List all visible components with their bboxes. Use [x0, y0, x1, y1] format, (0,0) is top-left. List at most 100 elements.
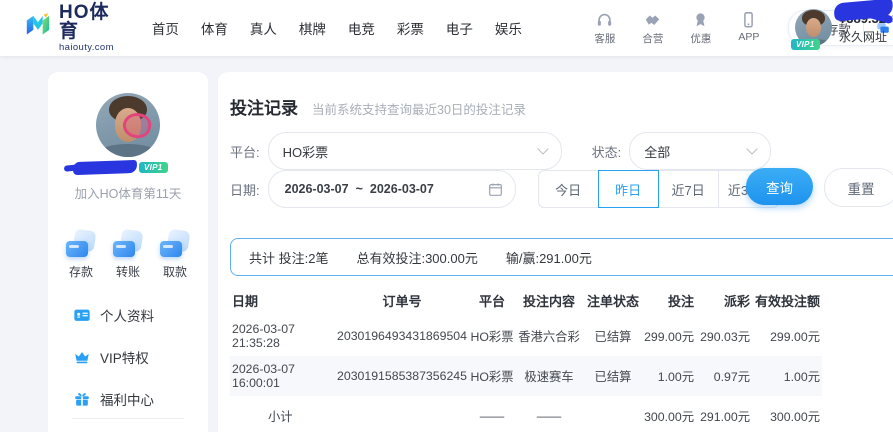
- divider: [72, 418, 184, 419]
- phone-icon: [739, 11, 758, 29]
- nav-item-cards[interactable]: 棋牌: [299, 18, 326, 38]
- col-status: 注单状态: [582, 284, 644, 316]
- status-value: 全部: [644, 142, 748, 161]
- preset-7days-button[interactable]: 近7日: [658, 170, 719, 208]
- subtotal-bet: 300.00元: [644, 396, 696, 432]
- sidebar-item-vip[interactable]: VIP特权: [48, 336, 208, 378]
- summary-total: 共计 投注:2笔: [249, 248, 328, 267]
- main-nav: 首页 体育 真人 棋牌 电竞 彩票 电子 娱乐: [152, 18, 522, 38]
- nav-item-sports[interactable]: 体育: [201, 18, 228, 38]
- status-select[interactable]: 全部: [629, 132, 771, 170]
- vip-badge: VIP1: [791, 39, 820, 50]
- sidebar-item-welfare[interactable]: 福利中心: [48, 378, 208, 420]
- deposit-3d-icon: [66, 230, 96, 257]
- date-separator: ~: [356, 182, 363, 196]
- table-header-row: 日期 订单号 平台 投注内容 注单状态 投注 派彩 有效投注额: [230, 284, 822, 316]
- app-link[interactable]: APP: [732, 11, 766, 46]
- sidebar-deposit-button[interactable]: 存款: [60, 230, 102, 280]
- cell-content: 极速赛车: [516, 356, 582, 396]
- header-quick-links: 客服 合营 优惠: [588, 11, 766, 46]
- screen: HO体育 haiouty.com 首页 体育 真人 棋牌 电竞 彩票 电子 娱乐: [0, 0, 893, 432]
- top-header: HO体育 haiouty.com 首页 体育 真人 棋牌 电竞 彩票 电子 娱乐: [0, 0, 893, 56]
- vip-badge: VIP1: [139, 162, 168, 173]
- date-label: 日期:: [230, 180, 260, 199]
- cell-bet: 1.00元: [644, 356, 696, 396]
- date-range-presets: 今日 昨日 近7日 近30日: [538, 170, 779, 208]
- service-label: 客服: [594, 31, 615, 46]
- join-days-note: 加入HO体育第11天: [48, 183, 208, 202]
- promo-link[interactable]: 优惠: [684, 11, 718, 46]
- query-button[interactable]: 查询: [746, 168, 813, 205]
- sidebar-quick-actions: 存款 转账 取款: [60, 230, 196, 280]
- gift-icon: [73, 390, 91, 408]
- summary-bar: 共计 投注:2笔 总有效投注:300.00元 输/赢:291.00元: [230, 238, 893, 276]
- table-row: 2026-03-07 21:35:28 2030196493431869504 …: [230, 316, 822, 356]
- nav-item-esports[interactable]: 电竞: [348, 18, 375, 38]
- col-payout: 派彩: [696, 284, 752, 316]
- cell-order: 2030191585387356245: [336, 356, 468, 396]
- logo-name: HO体育: [59, 3, 114, 41]
- date-from-value: 2026-03-07: [285, 182, 349, 196]
- calendar-icon: [488, 182, 503, 197]
- profile-avatar[interactable]: [96, 93, 160, 157]
- partner-link[interactable]: 合营: [636, 11, 670, 46]
- promo-label: 优惠: [690, 31, 711, 46]
- col-order: 订单号: [336, 284, 468, 316]
- partner-label: 合营: [642, 31, 663, 46]
- table-row: 2026-03-07 16:00:01 2030191585387356245 …: [230, 356, 822, 396]
- nav-item-home[interactable]: 首页: [152, 18, 179, 38]
- filter-row-date: 日期: 2026-03-07 ~ 2026-03-07 今日: [230, 170, 779, 208]
- preset-today-button[interactable]: 今日: [538, 170, 599, 208]
- avatar[interactable]: VIP1: [795, 9, 832, 46]
- nav-item-lottery[interactable]: 彩票: [397, 18, 424, 38]
- deposit-label: 存款: [69, 263, 93, 280]
- cell-payout: 290.03元: [696, 316, 752, 356]
- col-platform: 平台: [468, 284, 516, 316]
- cell-bet: 299.00元: [644, 316, 696, 356]
- status-label: 状态:: [592, 142, 622, 161]
- col-content: 投注内容: [516, 284, 582, 316]
- preset-yesterday-button[interactable]: 昨日: [598, 170, 659, 208]
- annotation-scribble: [73, 160, 137, 175]
- handshake-icon: [643, 11, 662, 29]
- subtotal-row: 小计 —— —— 300.00元 291.00元 300.00元: [230, 396, 822, 432]
- sidebar-menu: 个人资料 VIP特权: [48, 294, 208, 420]
- cell-date: 2026-03-07 21:35:28: [230, 316, 336, 356]
- transfer-3d-icon: [113, 230, 143, 257]
- sidebar-withdraw-button[interactable]: 取款: [154, 230, 196, 280]
- subtotal-label: 小计: [230, 396, 336, 432]
- date-range-input[interactable]: 2026-03-07 ~ 2026-03-07: [268, 170, 516, 208]
- logo-domain: haiouty.com: [59, 43, 114, 53]
- page-subtitle: 当前系统支持查询最近30日的投注记录: [312, 99, 526, 118]
- bet-records-panel: 投注记录 当前系统支持查询最近30日的投注记录 平台: HO彩票 状态: 全部 …: [218, 72, 893, 432]
- platform-label: 平台:: [230, 142, 260, 161]
- sidebar-transfer-button[interactable]: 转账: [107, 230, 149, 280]
- withdraw-label: 取款: [163, 263, 187, 280]
- nav-item-live[interactable]: 真人: [250, 18, 277, 38]
- subtotal-valid: 300.00元: [752, 396, 822, 432]
- chevron-down-icon: [747, 143, 758, 154]
- summary-winloss: 输/赢:291.00元: [506, 248, 592, 267]
- cell-valid: 1.00元: [752, 356, 822, 396]
- cell-date: 2026-03-07 16:00:01: [230, 356, 336, 396]
- withdraw-3d-icon: [160, 230, 190, 257]
- site-logo[interactable]: HO体育 haiouty.com: [24, 3, 114, 53]
- platform-value: HO彩票: [283, 142, 539, 161]
- chevron-down-icon: [537, 143, 548, 154]
- nav-item-slots[interactable]: 电子: [446, 18, 473, 38]
- reset-button[interactable]: 重置: [824, 168, 893, 207]
- id-card-icon: [73, 306, 91, 324]
- cell-order: 2030196493431869504: [336, 316, 468, 356]
- sidebar-item-profile[interactable]: 个人资料: [48, 294, 208, 336]
- vip-menu-label: VIP特权: [100, 347, 149, 367]
- permanent-url-link[interactable]: 永久网址: [839, 31, 893, 43]
- subtotal-content: ——: [516, 396, 582, 432]
- cell-status: 已结算: [582, 356, 644, 396]
- summary-valid: 总有效投注:300.00元: [356, 248, 477, 267]
- nav-item-fun[interactable]: 娱乐: [495, 18, 522, 38]
- subtotal-platform: ——: [468, 396, 516, 432]
- crown-icon: [73, 348, 91, 366]
- service-link[interactable]: 客服: [588, 11, 622, 46]
- platform-select[interactable]: HO彩票: [268, 132, 562, 170]
- cell-platform: HO彩票: [468, 316, 516, 356]
